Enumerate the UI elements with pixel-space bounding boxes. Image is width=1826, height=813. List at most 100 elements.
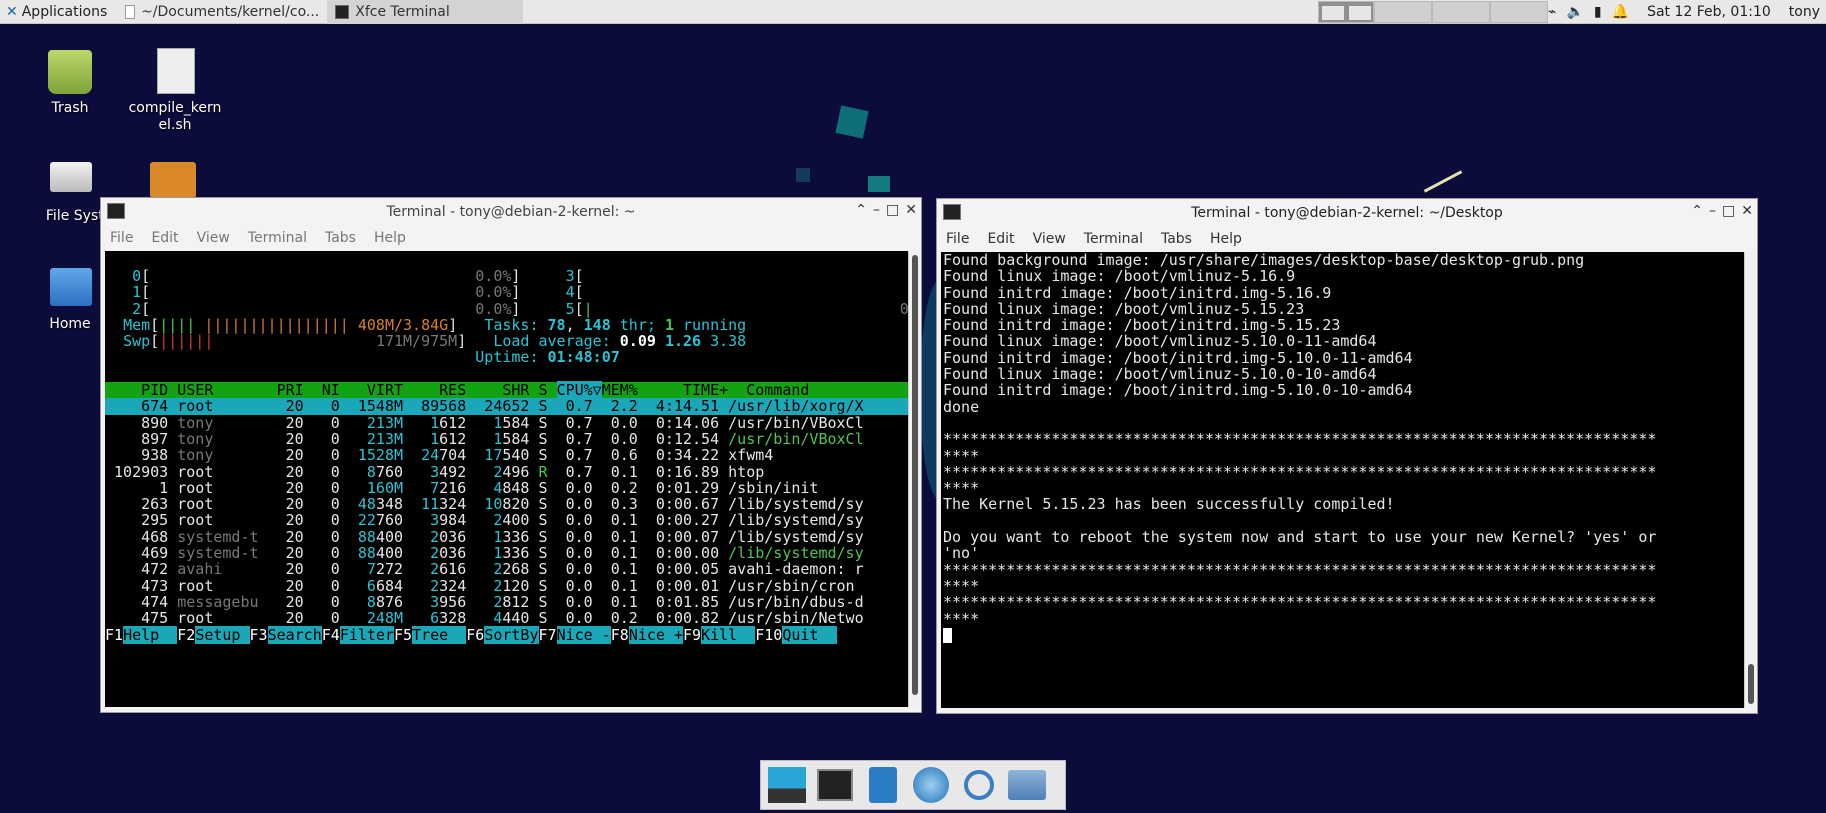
clock[interactable]: Sat 12 Feb, 01:10 — [1647, 4, 1771, 20]
workspace-4[interactable] — [1490, 1, 1548, 23]
file-manager-icon[interactable] — [863, 765, 903, 805]
blank-row — [105, 366, 908, 382]
output-line: Do you want to reboot the system now and… — [943, 528, 1657, 547]
output-line: 'no' — [943, 544, 980, 563]
workspace-3[interactable] — [1432, 1, 1490, 23]
output-line: Found initrd image: /boot/initrd.img-5.1… — [943, 348, 1413, 367]
folder-icon[interactable] — [1007, 765, 1047, 805]
output-line: Found linux image: /boot/vmlinuz-5.16.9 — [943, 267, 1296, 286]
task-documents[interactable]: ~/Documents/kernel/co... — [117, 0, 327, 24]
cpu-meter-row: 1[ 0.0%] 4[ 0.0%] — [132, 283, 908, 302]
applications-menu[interactable]: ✕ Applications — [0, 0, 113, 24]
shade-button[interactable]: ⌃ — [1691, 203, 1703, 219]
workspace-2[interactable] — [1374, 1, 1432, 23]
output-line: ****************************************… — [943, 462, 1657, 481]
process-row[interactable]: 469 systemd-t 20 0 88400 2036 1336 S 0.0… — [105, 545, 908, 562]
menu-terminal[interactable]: Terminal — [1075, 231, 1152, 247]
menu-help[interactable]: Help — [365, 230, 415, 246]
htop-output[interactable]: 0[ 0.0%] 3[ 0.0%] 1[ 0.0%] 4[ 0.0%] 2[ — [105, 251, 908, 707]
output-line: ****************************************… — [943, 430, 1657, 449]
dock — [760, 760, 1066, 810]
system-tray: ⌁ 🔈 ▮ 🔔 Sat 12 Feb, 01:10 tony — [1548, 0, 1826, 24]
workspace-switcher[interactable] — [1318, 1, 1548, 23]
desktop-icon-compile-kernel[interactable]: compile_kern el.sh — [125, 46, 225, 136]
menu-view[interactable]: View — [188, 230, 239, 246]
app-finder-icon[interactable] — [959, 765, 999, 805]
menu-tabs[interactable]: Tabs — [1152, 231, 1201, 247]
window-title: Terminal - tony@debian-2-kernel: ~/Deskt… — [1191, 205, 1503, 221]
menu-tabs[interactable]: Tabs — [316, 230, 365, 246]
volume-icon[interactable]: 🔈 — [1566, 4, 1583, 20]
menu-help[interactable]: Help — [1201, 231, 1251, 247]
process-row[interactable]: 897 tony 20 0 213M 1612 1584 S 0.7 0.0 0… — [105, 431, 908, 448]
cpu-meter-row: 2[ 0.0%] 5[| 0.7%] — [132, 299, 908, 318]
workspace-1[interactable] — [1318, 1, 1374, 23]
menu-terminal[interactable]: Terminal — [239, 230, 316, 246]
mem-meter-row: Mem[|||| |||||||||||||||| 408M/3.84G] Ta… — [123, 315, 747, 334]
output-line: Found background image: /usr/share/image… — [943, 252, 1585, 269]
menu-file[interactable]: File — [937, 231, 978, 247]
output-line: Found linux image: /boot/vmlinuz-5.10.0-… — [943, 332, 1377, 351]
cpu-meter-row: 0[ 0.0%] 3[ 0.0%] — [132, 267, 908, 285]
process-row-selected[interactable]: 674 root 20 0 1548M 89568 24652 S 0.7 2.… — [105, 398, 908, 415]
battery-icon[interactable]: ▮ — [1594, 4, 1602, 20]
process-row[interactable]: 102903 root 20 0 8760 3492 2496 R 0.7 0.… — [105, 463, 908, 480]
terminal-output[interactable]: Found background image: /usr/share/image… — [941, 252, 1744, 708]
output-line: Found initrd image: /boot/initrd.img-5.1… — [943, 316, 1341, 335]
text-cursor — [943, 627, 952, 643]
menu-edit[interactable]: Edit — [142, 230, 187, 246]
process-row[interactable]: 890 tony 20 0 213M 1612 1584 S 0.7 0.0 0… — [105, 414, 908, 431]
close-button[interactable]: ✕ — [1741, 203, 1753, 219]
minimize-button[interactable]: – — [873, 202, 880, 218]
function-key-bar[interactable]: F1Help F2Setup F3SearchF4FilterF5Tree F6… — [105, 625, 908, 644]
desktop-icon-trash[interactable]: Trash — [20, 46, 120, 136]
web-browser-icon[interactable] — [911, 765, 951, 805]
scrollbar[interactable] — [1744, 252, 1756, 708]
terminal-icon — [335, 4, 350, 19]
output-line: Found linux image: /boot/vmlinuz-5.15.23 — [943, 299, 1305, 318]
menu-view[interactable]: View — [1024, 231, 1075, 247]
output-line: Found initrd image: /boot/initrd.img-5.1… — [943, 283, 1332, 302]
output-line: **** — [943, 446, 980, 465]
package-icon[interactable] — [150, 162, 196, 198]
home-folder-icon — [50, 268, 92, 306]
menu-file[interactable]: File — [101, 230, 142, 246]
task-terminal[interactable]: Xfce Terminal — [327, 0, 524, 24]
scrollbar[interactable] — [908, 251, 920, 707]
maximize-button[interactable]: □ — [886, 202, 899, 218]
output-line: **** — [943, 479, 980, 498]
applications-label: Applications — [21, 3, 108, 20]
process-row[interactable]: 263 root 20 0 48348 11324 10820 S 0.0 0.… — [105, 496, 908, 513]
close-button[interactable]: ✕ — [905, 202, 917, 218]
process-row[interactable]: 473 root 20 0 6684 2324 2120 S 0.0 0.1 0… — [105, 577, 908, 594]
terminal-launcher-icon[interactable] — [815, 765, 855, 805]
process-row[interactable]: 472 avahi 20 0 7272 2616 2268 S 0.0 0.1 … — [105, 561, 908, 578]
maximize-button[interactable]: □ — [1722, 203, 1735, 219]
minimize-button[interactable]: – — [1709, 203, 1716, 219]
user-menu[interactable]: tony — [1789, 4, 1820, 20]
process-row[interactable]: 474 messagebu 20 0 8876 3956 2812 S 0.0 … — [105, 594, 908, 611]
shade-button[interactable]: ⌃ — [855, 202, 867, 218]
notification-bell-icon[interactable]: 🔔 — [1612, 4, 1629, 20]
process-row[interactable]: 475 root 20 0 248M 6328 4440 S 0.0 0.2 0… — [105, 610, 908, 627]
titlebar[interactable]: Terminal - tony@debian-2-kernel: ~ ⌃ – □… — [101, 198, 921, 226]
titlebar[interactable]: Terminal - tony@debian-2-kernel: ~/Deskt… — [937, 199, 1757, 227]
show-desktop-icon[interactable] — [767, 765, 807, 805]
text-editor-icon — [125, 4, 136, 19]
process-table-header[interactable]: PID USER PRI NI VIRT RES SHR S CPU%▽MEM%… — [105, 381, 908, 400]
process-row[interactable]: 468 systemd-t 20 0 88400 2036 1336 S 0.0… — [105, 528, 908, 545]
terminal-window-desktop[interactable]: Terminal - tony@debian-2-kernel: ~/Deskt… — [936, 198, 1758, 714]
menu-edit[interactable]: Edit — [978, 231, 1023, 247]
terminal-icon — [943, 204, 961, 220]
terminal-window-htop[interactable]: Terminal - tony@debian-2-kernel: ~ ⌃ – □… — [100, 197, 922, 713]
swap-meter-row: Swp[|||||| 171M/975M] Load average: 0.09… — [123, 332, 747, 351]
network-icon[interactable]: ⌁ — [1548, 4, 1556, 20]
process-row[interactable]: 1 root 20 0 160M 7216 4848 S 0.0 0.2 0:0… — [105, 480, 908, 497]
output-line: ****************************************… — [943, 560, 1657, 579]
scrollbar-thumb[interactable] — [912, 255, 918, 695]
process-row[interactable]: 295 root 20 0 22760 3984 2400 S 0.0 0.1 … — [105, 512, 908, 529]
process-row[interactable]: 938 tony 20 0 1528M 24704 17540 S 0.7 0.… — [105, 447, 908, 464]
scrollbar-thumb[interactable] — [1748, 664, 1754, 704]
